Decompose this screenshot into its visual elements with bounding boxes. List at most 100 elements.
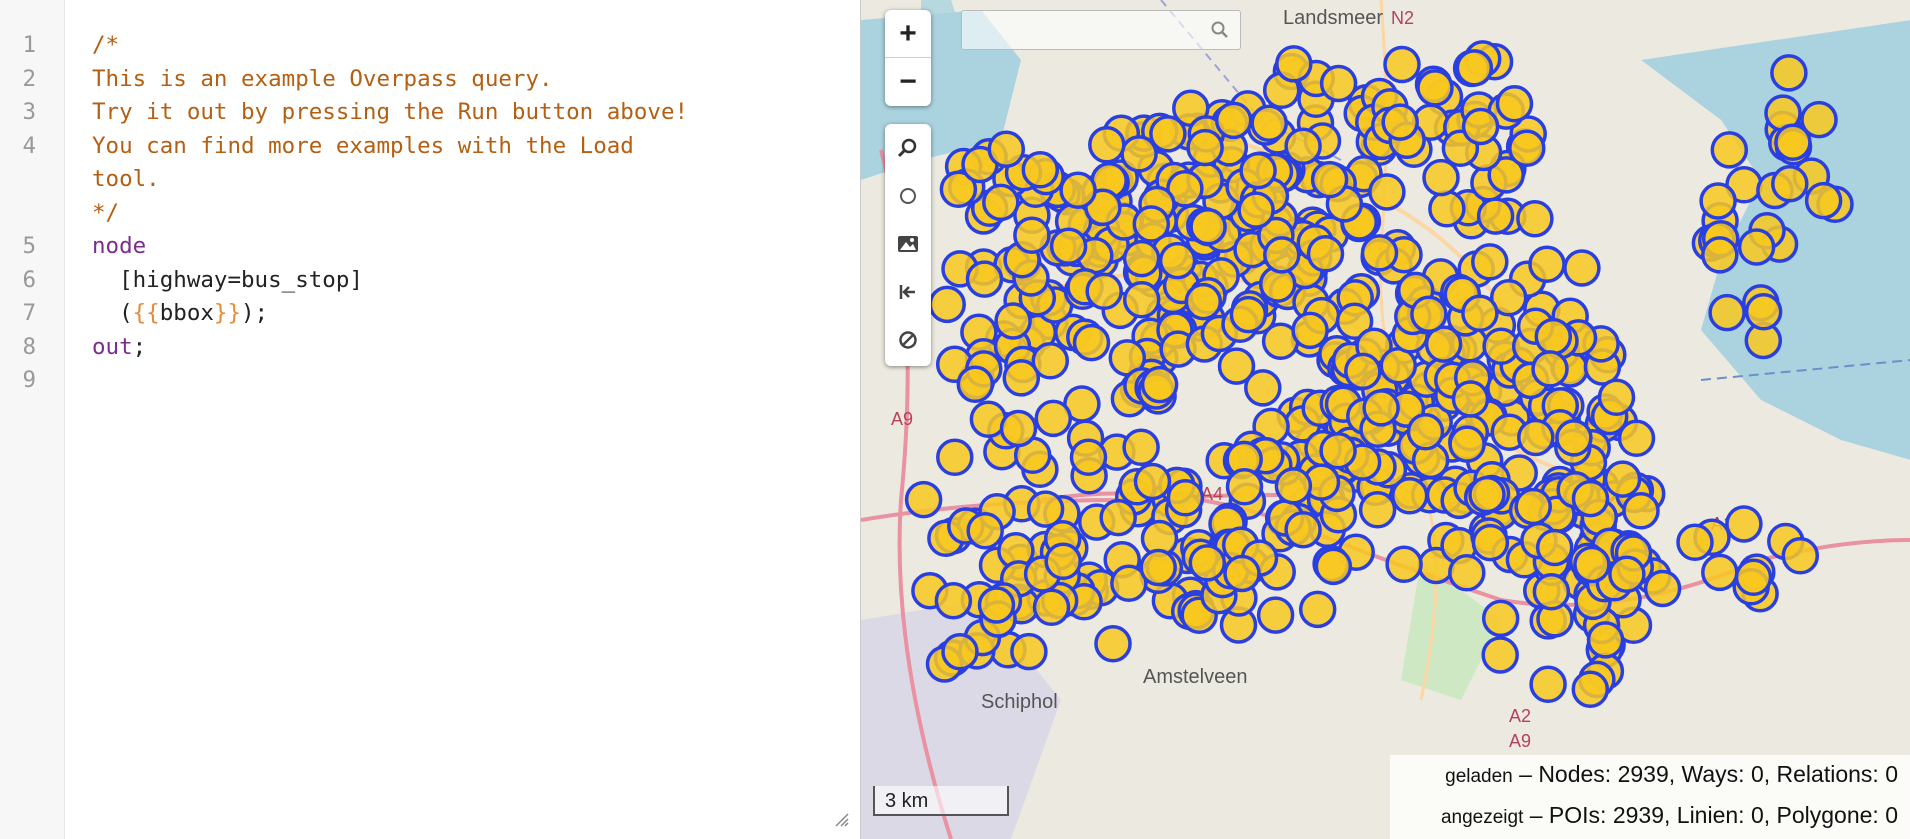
bus-stop-marker[interactable] <box>1710 131 1749 169</box>
bus-stop-marker[interactable] <box>1122 239 1161 278</box>
bus-stop-marker[interactable] <box>1284 510 1322 549</box>
bus-stop-marker[interactable] <box>1229 295 1268 334</box>
bus-stop-marker[interactable] <box>928 285 966 324</box>
bus-stop-marker[interactable] <box>1725 505 1763 543</box>
bus-stop-marker[interactable] <box>1481 599 1520 638</box>
bus-stop-marker[interactable] <box>1622 492 1660 530</box>
search-icon[interactable] <box>1210 20 1230 40</box>
bus-stop-marker[interactable] <box>1744 292 1783 331</box>
bus-stop-marker[interactable] <box>1734 558 1773 597</box>
bus-stop-marker[interactable] <box>1481 636 1519 674</box>
bus-stop-marker[interactable] <box>1517 418 1555 457</box>
bus-stop-marker[interactable] <box>1701 553 1739 592</box>
bus-stop-marker[interactable] <box>1122 428 1160 467</box>
bus-stop-marker[interactable] <box>987 130 1026 168</box>
bus-stop-marker[interactable] <box>1140 365 1179 404</box>
bus-stop-marker[interactable] <box>1139 548 1177 587</box>
fit-left-button[interactable] <box>885 268 931 316</box>
bus-stop-marker[interactable] <box>1256 596 1295 634</box>
bus-stop-marker[interactable] <box>982 183 1020 222</box>
bus-stop-marker[interactable] <box>1804 181 1843 220</box>
bus-stop-marker[interactable] <box>1314 547 1353 586</box>
bus-stop-marker[interactable] <box>1532 572 1571 611</box>
bus-stop-marker[interactable] <box>1416 69 1454 107</box>
bus-stop-marker[interactable] <box>1586 621 1625 659</box>
bus-stop-marker[interactable] <box>977 586 1016 624</box>
bus-stop-marker[interactable] <box>1455 49 1494 87</box>
bus-stop-marker[interactable] <box>1275 45 1313 83</box>
bus-stop-marker[interactable] <box>1186 128 1224 167</box>
bus-stop-marker[interactable] <box>1010 632 1048 671</box>
bus-stop-marker[interactable] <box>1390 477 1429 515</box>
map-background[interactable]: LandsmeerN2A9A4A1A2A9AmstelveenSchiphol <box>861 0 1910 839</box>
bus-stop-marker[interactable] <box>1471 523 1510 562</box>
bus-stop-marker[interactable] <box>1461 294 1499 333</box>
bus-stop-marker[interactable] <box>994 302 1032 340</box>
bus-stop-marker[interactable] <box>1770 54 1808 92</box>
bus-stop-marker[interactable] <box>1088 126 1126 164</box>
bus-stop-marker[interactable] <box>1508 129 1546 168</box>
bus-stop-marker[interactable] <box>1188 544 1227 582</box>
bus-stop-marker[interactable] <box>1516 199 1554 238</box>
bus-stop-marker[interactable] <box>1737 228 1776 266</box>
bus-stop-marker[interactable] <box>1617 419 1656 458</box>
bus-stop-marker[interactable] <box>1514 487 1552 526</box>
resize-handle-icon[interactable] <box>832 810 850 828</box>
bus-stop-marker[interactable] <box>1059 171 1097 209</box>
bus-stop-marker[interactable] <box>1781 537 1820 575</box>
bus-stop-marker[interactable] <box>1528 245 1566 283</box>
bus-stop-marker[interactable] <box>1049 227 1088 265</box>
bus-stop-marker[interactable] <box>1555 419 1593 457</box>
bus-stop-marker[interactable] <box>1298 590 1337 629</box>
bus-stop-marker[interactable] <box>1133 462 1172 501</box>
bus-stop-marker[interactable] <box>1031 342 1070 380</box>
bus-stop-marker[interactable] <box>1085 272 1123 311</box>
bus-stop-marker[interactable] <box>1034 399 1073 438</box>
bus-stop-marker[interactable] <box>1701 236 1739 274</box>
bus-stop-marker[interactable] <box>1189 207 1227 246</box>
bus-stop-marker[interactable] <box>1531 350 1569 388</box>
bus-stop-marker[interactable] <box>1535 528 1574 567</box>
zoom-in-button[interactable]: + <box>885 10 931 57</box>
bus-stop-marker[interactable] <box>1122 280 1161 319</box>
map-search-input[interactable] <box>962 11 1202 49</box>
bus-stop-marker[interactable] <box>1461 107 1500 146</box>
bus-stop-marker[interactable] <box>1774 123 1812 161</box>
bus-stop-marker[interactable] <box>1319 431 1357 470</box>
bus-stop-marker[interactable] <box>1244 369 1282 407</box>
bus-stop-marker[interactable] <box>1120 135 1158 173</box>
bus-stop-marker[interactable] <box>1471 243 1509 281</box>
bus-stop-marker[interactable] <box>1362 389 1400 427</box>
bus-stop-marker[interactable] <box>1571 479 1610 518</box>
bus-stop-marker[interactable] <box>1422 158 1460 197</box>
zoom-to-data-button[interactable] <box>885 124 931 172</box>
clear-data-button[interactable] <box>885 316 931 364</box>
bus-stop-marker[interactable] <box>1214 101 1253 140</box>
bus-stop-marker[interactable] <box>1319 64 1358 103</box>
bus-stop-marker[interactable] <box>904 480 943 519</box>
bus-stop-marker[interactable] <box>1529 665 1567 704</box>
bus-stop-marker[interactable] <box>1284 127 1322 166</box>
bus-stop-marker[interactable] <box>1571 670 1610 708</box>
bus-stop-marker[interactable] <box>1603 460 1642 498</box>
bus-stop-marker[interactable] <box>1250 104 1288 142</box>
bus-stop-marker[interactable] <box>1643 569 1682 608</box>
zoom-out-button[interactable]: − <box>885 57 931 105</box>
bus-stop-marker[interactable] <box>1468 475 1506 514</box>
bus-stop-marker[interactable] <box>1099 498 1137 537</box>
bus-stop-marker[interactable] <box>1608 555 1646 593</box>
bus-stop-marker[interactable] <box>1597 378 1636 417</box>
export-image-button[interactable] <box>885 220 931 268</box>
bus-stop-marker[interactable] <box>1291 311 1329 350</box>
bus-stop-marker[interactable] <box>1013 216 1051 254</box>
bus-stop-marker[interactable] <box>1223 554 1261 593</box>
bus-stop-marker[interactable] <box>1708 293 1746 332</box>
map-search-box[interactable] <box>961 10 1241 50</box>
bus-stop-marker[interactable] <box>956 365 995 404</box>
bus-stop-marker[interactable] <box>1448 425 1486 463</box>
bus-stop-marker[interactable] <box>1676 523 1714 562</box>
bus-stop-marker[interactable] <box>999 409 1038 448</box>
bus-stop-marker[interactable] <box>1072 323 1111 362</box>
bus-stop-marker[interactable] <box>1306 235 1345 273</box>
bus-stop-marker[interactable] <box>1032 588 1071 627</box>
